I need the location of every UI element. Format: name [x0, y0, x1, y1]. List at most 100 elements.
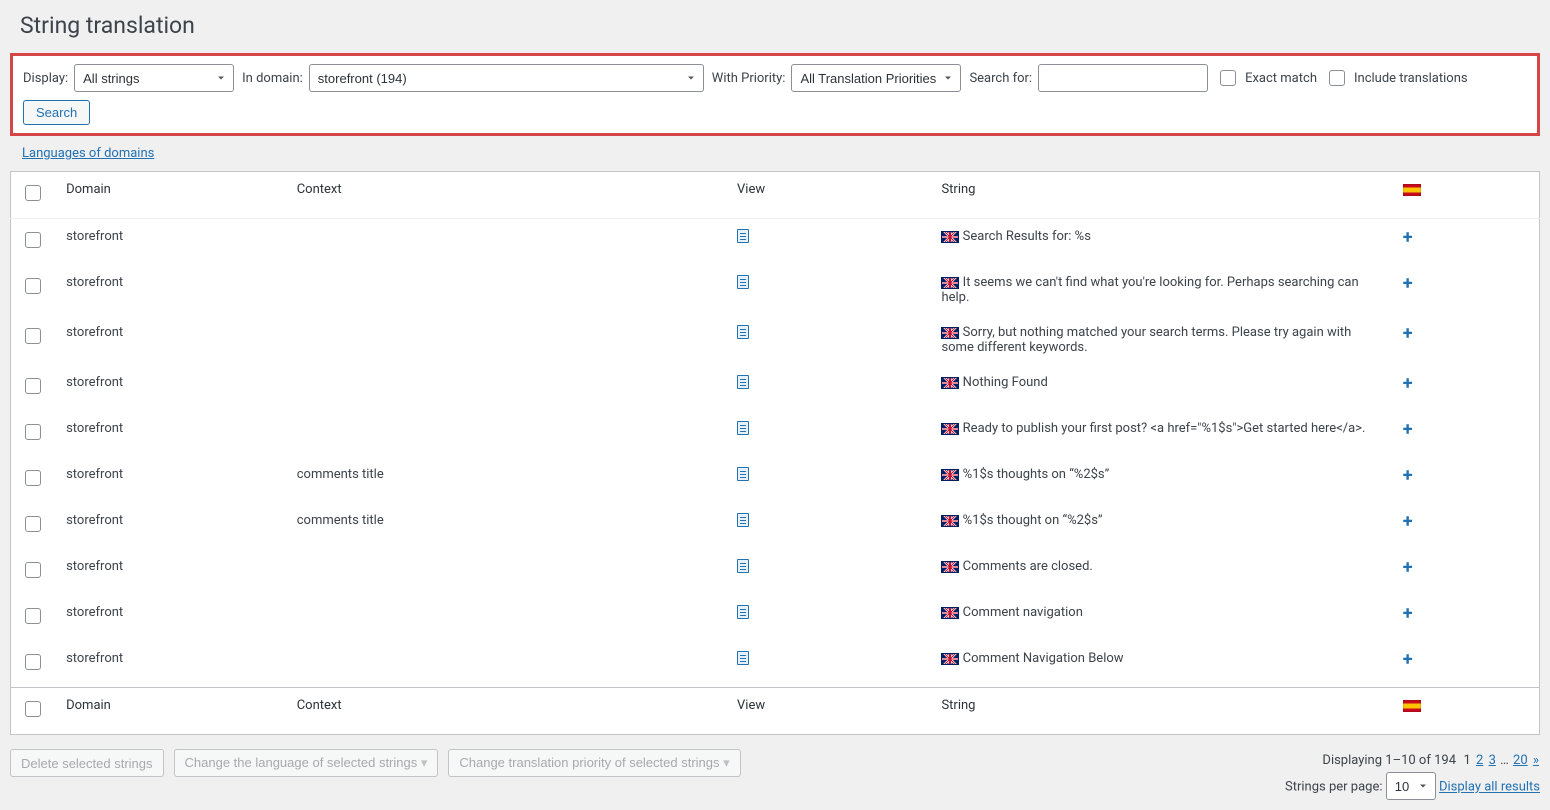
row-checkbox[interactable] [25, 232, 41, 248]
row-domain: storefront [56, 549, 287, 595]
view-icon[interactable] [737, 325, 749, 339]
row-checkbox[interactable] [25, 562, 41, 578]
delete-selected-button[interactable]: Delete selected strings [10, 749, 164, 777]
languages-of-domains-link[interactable]: Languages of domains [22, 146, 154, 161]
add-translation-icon[interactable]: + [1403, 273, 1413, 294]
row-context [287, 365, 727, 411]
row-string: %1$s thought on “%2$s” [963, 513, 1103, 528]
add-translation-icon[interactable]: + [1403, 511, 1413, 532]
view-icon[interactable] [737, 513, 749, 527]
add-translation-icon[interactable]: + [1403, 419, 1413, 440]
uk-flag-icon [941, 653, 959, 665]
col-header-view[interactable]: View [727, 172, 931, 219]
pager-link[interactable]: 20 [1513, 753, 1528, 768]
row-checkbox[interactable] [25, 328, 41, 344]
view-icon[interactable] [737, 275, 749, 289]
uk-flag-icon [941, 231, 959, 243]
row-context [287, 595, 727, 641]
row-checkbox[interactable] [25, 608, 41, 624]
select-all-top-checkbox[interactable] [25, 185, 41, 201]
row-context [287, 549, 727, 595]
view-icon[interactable] [737, 467, 749, 481]
pager-link[interactable]: » [1533, 753, 1539, 768]
row-domain: storefront [56, 503, 287, 549]
display-select[interactable]: All strings [74, 64, 234, 92]
include-translations-label: Include translations [1354, 71, 1468, 86]
filters-bar: Display: All strings In domain: storefro… [10, 53, 1540, 136]
row-domain: storefront [56, 365, 287, 411]
domain-select[interactable]: storefront (194) [309, 64, 704, 92]
table-row: storefront Ready to publish your first p… [11, 411, 1540, 457]
table-row: storefront Search Results for: %s+ [11, 219, 1540, 266]
row-domain: storefront [56, 411, 287, 457]
row-domain: storefront [56, 315, 287, 365]
spain-flag-icon [1403, 700, 1421, 712]
uk-flag-icon [941, 561, 959, 573]
add-translation-icon[interactable]: + [1403, 227, 1413, 248]
add-translation-icon[interactable]: + [1403, 373, 1413, 394]
uk-flag-icon [941, 377, 959, 389]
col-footer-context[interactable]: Context [287, 688, 727, 735]
bottom-bar: Delete selected strings Change the langu… [10, 749, 1540, 800]
row-string: Ready to publish your first post? <a hre… [963, 421, 1366, 436]
row-string: Comment navigation [963, 605, 1083, 620]
add-translation-icon[interactable]: + [1403, 323, 1413, 344]
col-footer-string[interactable]: String [931, 688, 1392, 735]
table-row: storefront Nothing Found+ [11, 365, 1540, 411]
add-translation-icon[interactable]: + [1403, 649, 1413, 670]
uk-flag-icon [941, 607, 959, 619]
col-header-string[interactable]: String [931, 172, 1392, 219]
add-translation-icon[interactable]: + [1403, 465, 1413, 486]
row-context [287, 315, 727, 365]
pager: 1 2 3 … 20 » [1462, 753, 1540, 768]
priority-select[interactable]: All Translation Priorities [791, 64, 961, 92]
row-domain: storefront [56, 595, 287, 641]
row-checkbox[interactable] [25, 424, 41, 440]
search-input[interactable] [1038, 64, 1208, 92]
row-context [287, 219, 727, 266]
col-footer-domain[interactable]: Domain [56, 688, 287, 735]
exact-match-checkbox[interactable] [1220, 70, 1236, 86]
select-all-bottom-checkbox[interactable] [25, 701, 41, 717]
change-priority-select[interactable]: Change translation priority of selected … [448, 749, 740, 777]
display-all-results-link[interactable]: Display all results [1439, 780, 1540, 795]
view-icon[interactable] [737, 421, 749, 435]
row-checkbox[interactable] [25, 654, 41, 670]
uk-flag-icon [941, 515, 959, 527]
pager-link[interactable]: 2 [1476, 753, 1483, 768]
table-row: storefront Sorry, but nothing matched yo… [11, 315, 1540, 365]
row-string: Search Results for: %s [963, 229, 1091, 244]
include-translations-checkbox[interactable] [1329, 70, 1345, 86]
table-row: storefront Comments are closed.+ [11, 549, 1540, 595]
domain-label: In domain: [242, 71, 303, 86]
per-page-select[interactable]: 10 [1386, 772, 1436, 800]
pager-link[interactable]: 3 [1489, 753, 1496, 768]
view-icon[interactable] [737, 605, 749, 619]
row-context [287, 265, 727, 315]
col-header-domain[interactable]: Domain [56, 172, 287, 219]
display-label: Display: [23, 71, 68, 86]
table-row: storefront Comment navigation + [11, 595, 1540, 641]
col-header-context[interactable]: Context [287, 172, 727, 219]
search-button[interactable]: Search [23, 100, 90, 125]
row-checkbox[interactable] [25, 278, 41, 294]
strings-table: Domain Context View String storefront Se… [10, 171, 1540, 735]
row-domain: storefront [56, 265, 287, 315]
view-icon[interactable] [737, 651, 749, 665]
view-icon[interactable] [737, 229, 749, 243]
row-checkbox[interactable] [25, 470, 41, 486]
add-translation-icon[interactable]: + [1403, 557, 1413, 578]
row-checkbox[interactable] [25, 516, 41, 532]
row-checkbox[interactable] [25, 378, 41, 394]
row-string: It seems we can't find what you're looki… [941, 275, 1358, 305]
view-icon[interactable] [737, 559, 749, 573]
col-footer-view[interactable]: View [727, 688, 931, 735]
table-row: storefront It seems we can't find what y… [11, 265, 1540, 315]
view-icon[interactable] [737, 375, 749, 389]
row-domain: storefront [56, 457, 287, 503]
table-row: storefront Comment Navigation Below + [11, 641, 1540, 688]
row-domain: storefront [56, 641, 287, 688]
add-translation-icon[interactable]: + [1403, 603, 1413, 624]
change-language-select[interactable]: Change the language of selected strings [174, 749, 439, 777]
row-string: Comment Navigation Below [963, 651, 1124, 666]
